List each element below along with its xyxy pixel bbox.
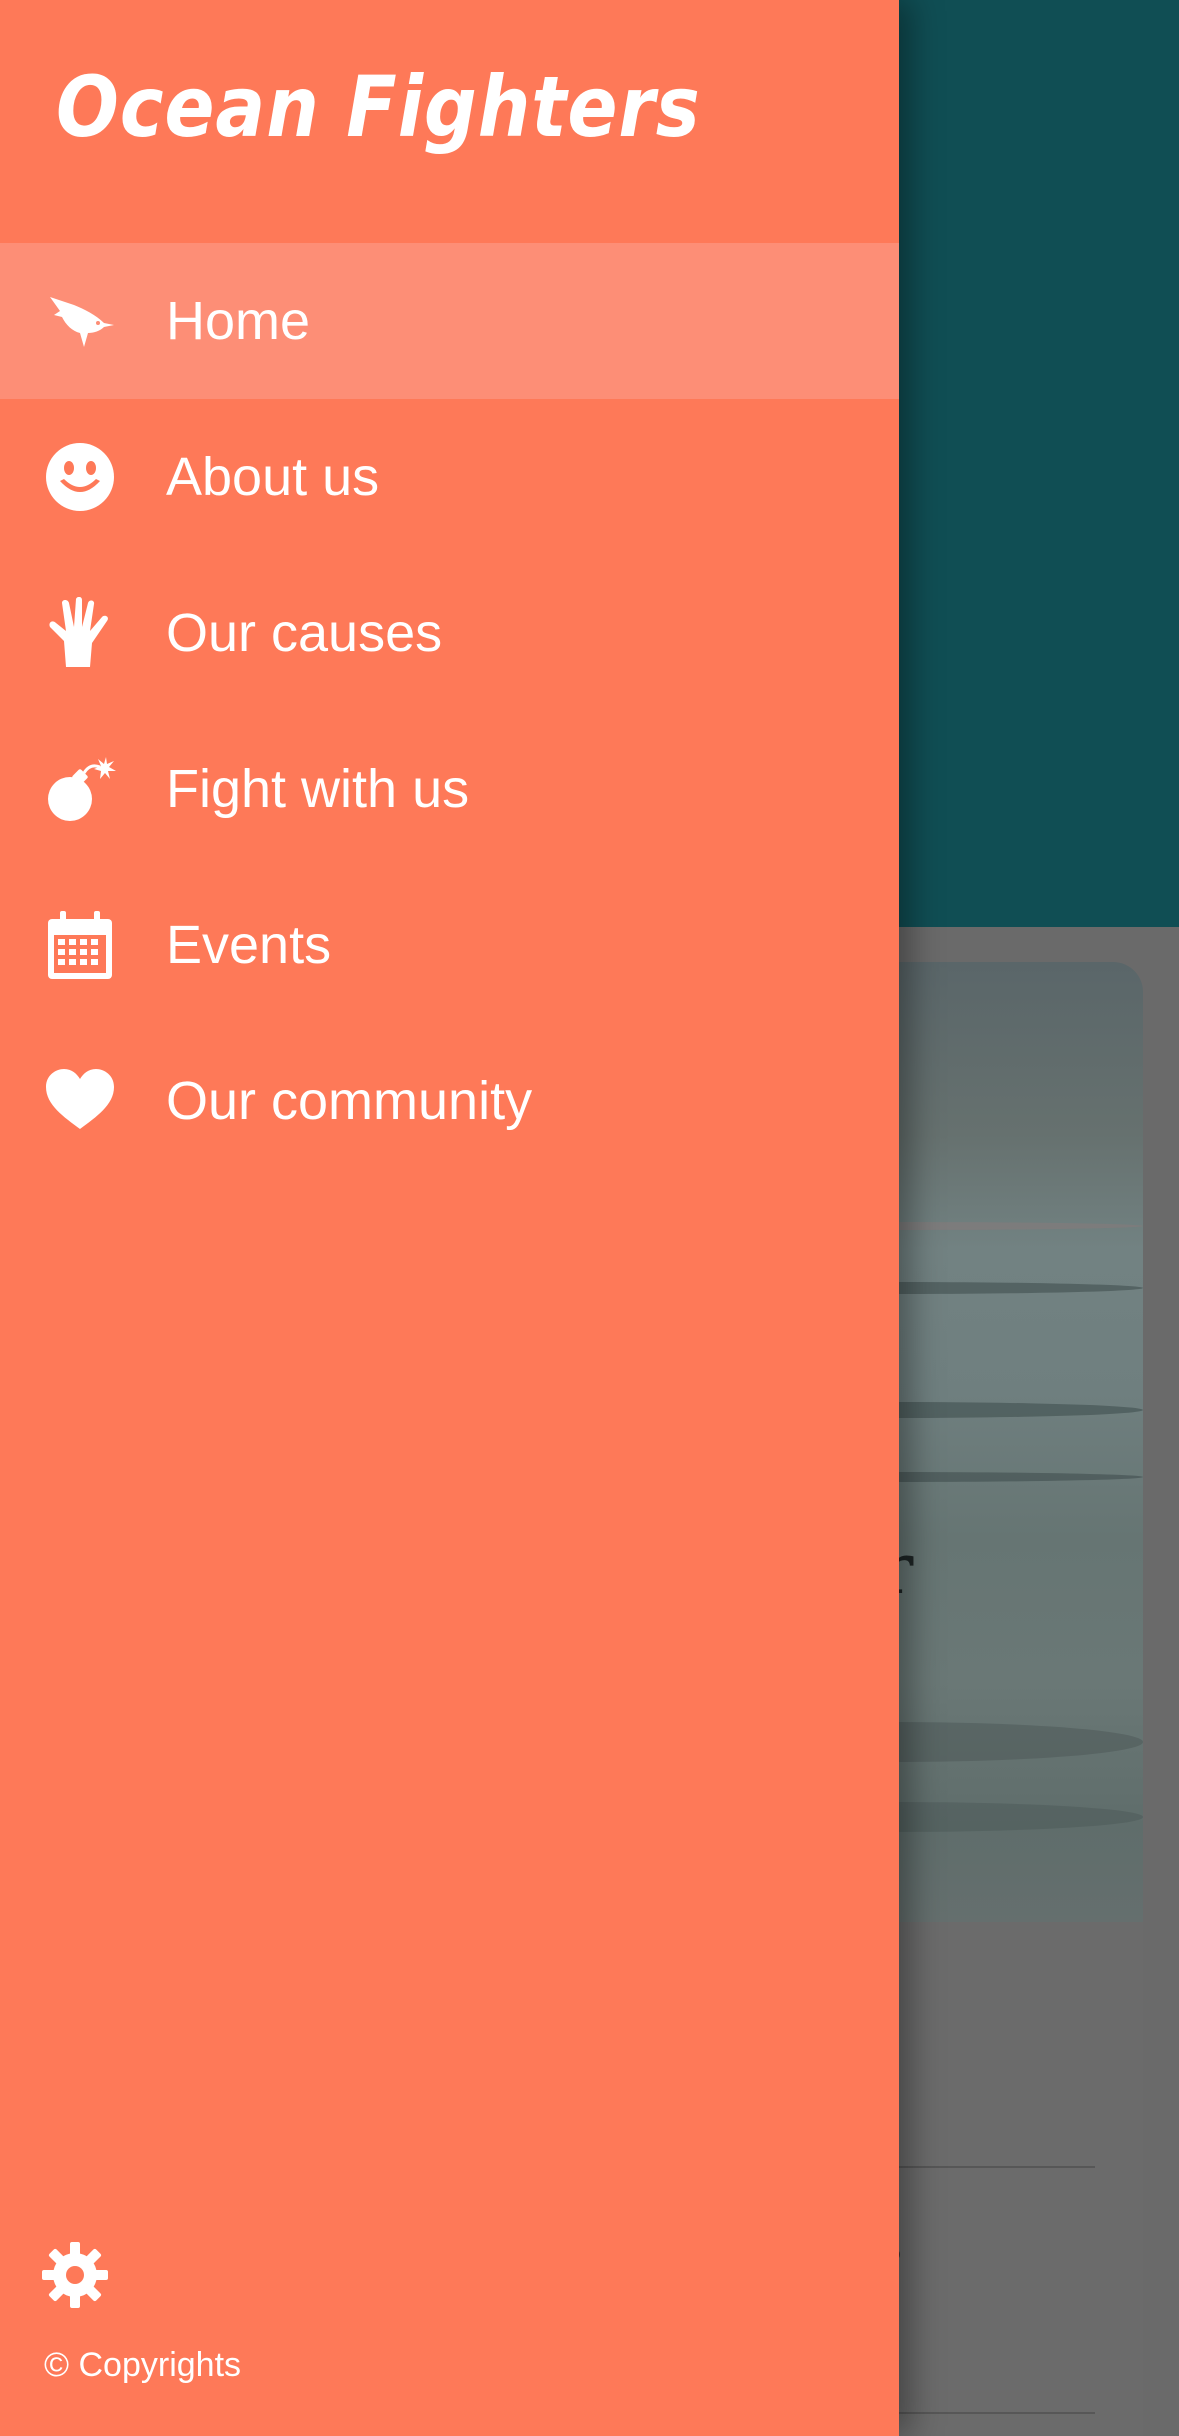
menu-item-events[interactable]: Events [0, 867, 899, 1023]
smiley-icon [44, 441, 116, 513]
menu-item-home[interactable]: Home [0, 243, 899, 399]
menu-label-events: Events [166, 915, 332, 975]
menu-item-fight-with-us[interactable]: Fight with us [0, 711, 899, 867]
copyright-text: © Copyrights [44, 2346, 242, 2384]
menu-label-about-us: About us [166, 447, 380, 507]
heart-icon [44, 1065, 116, 1137]
menu-label-fight-with-us: Fight with us [166, 759, 470, 819]
menu-item-about-us[interactable]: About us [0, 399, 899, 555]
bomb-icon [44, 753, 116, 825]
calendar-icon [44, 909, 116, 981]
shark-icon [44, 285, 116, 357]
menu-label-our-community: Our community [166, 1071, 533, 1131]
hand-icon [44, 597, 116, 669]
navigation-drawer: Ocean Fighters Home About us Our causes … [0, 0, 899, 2436]
gear-icon[interactable] [42, 2242, 108, 2308]
menu-label-home: Home [166, 291, 311, 351]
menu-item-our-community[interactable]: Our community [0, 1023, 899, 1179]
menu-item-our-causes[interactable]: Our causes [0, 555, 899, 711]
drawer-menu: Home About us Our causes Fight with us E… [0, 243, 899, 1179]
menu-label-our-causes: Our causes [166, 603, 443, 663]
app-title: Ocean Fighters [56, 58, 701, 156]
